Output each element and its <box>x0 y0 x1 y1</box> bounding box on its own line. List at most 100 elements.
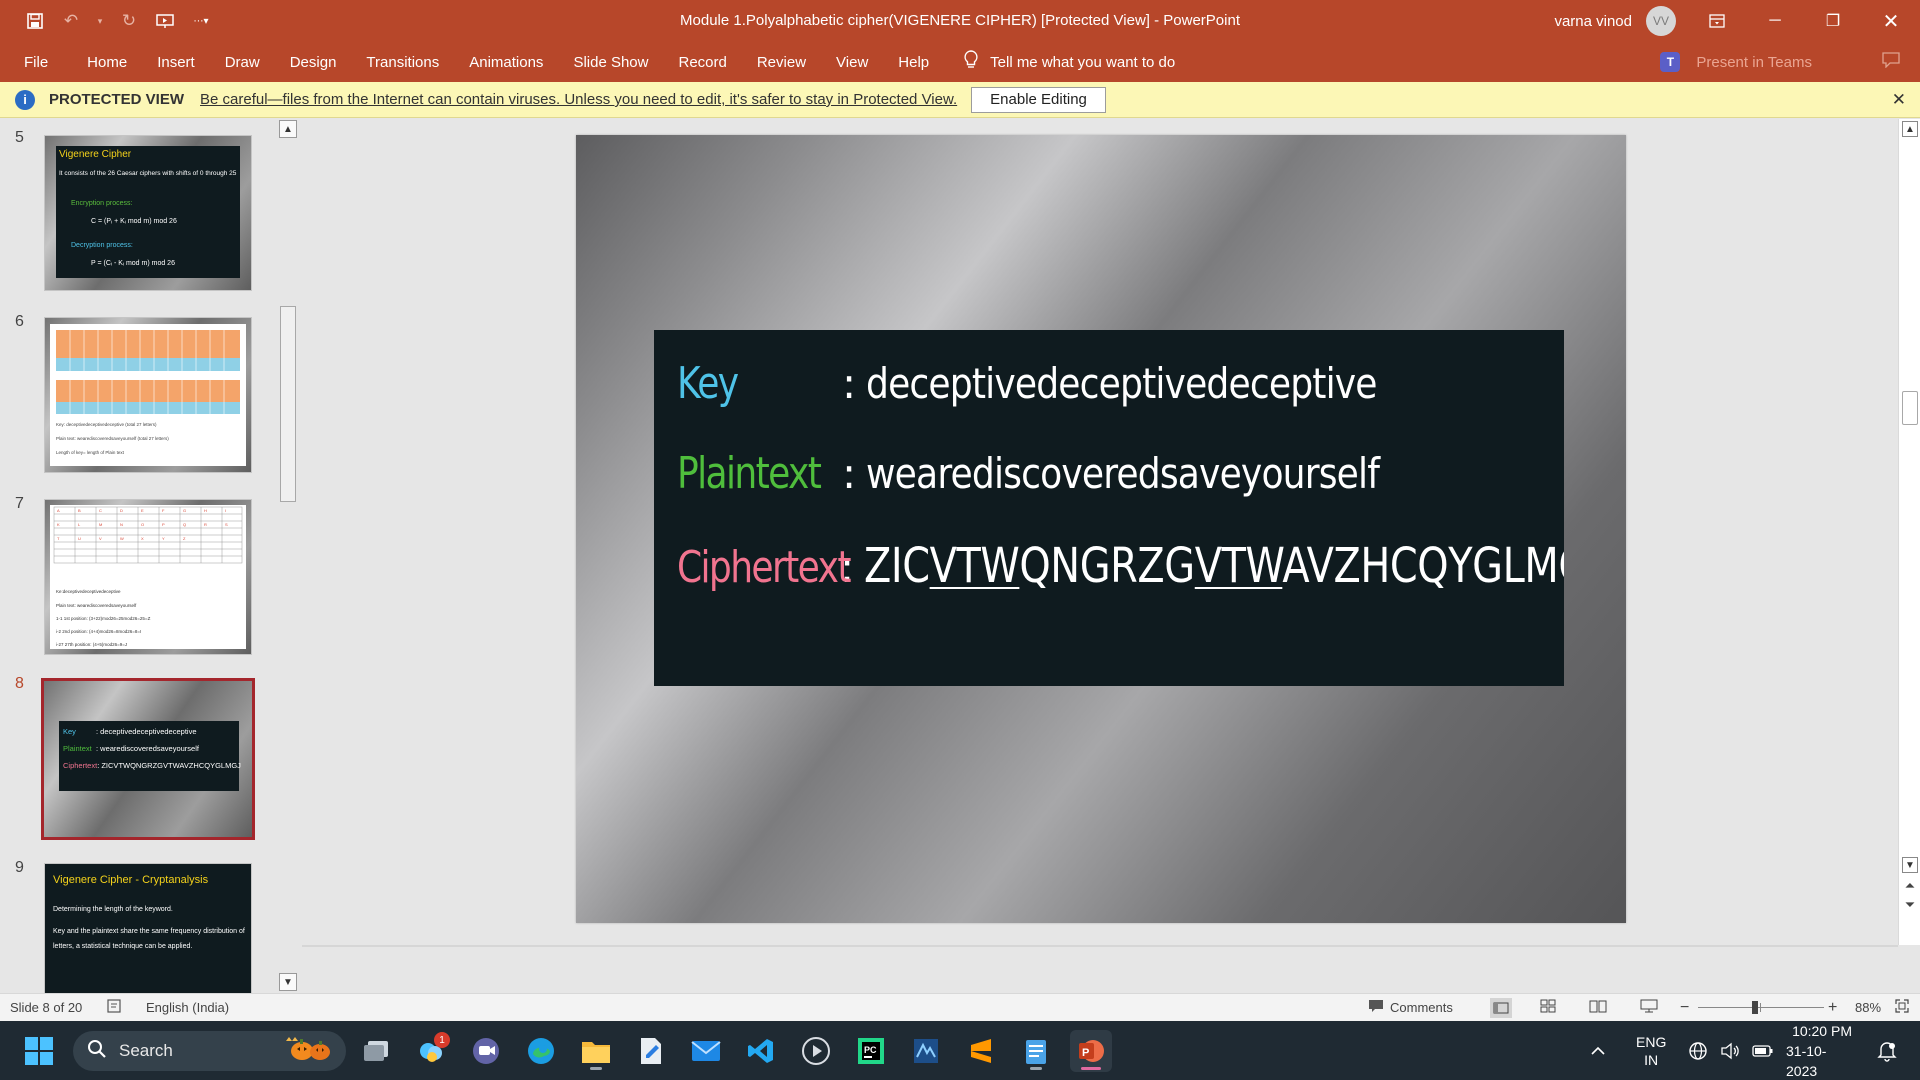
ribbon-display-options-icon[interactable] <box>1688 0 1746 42</box>
thumb-bullet: It consists of the 26 Caesar ciphers wit… <box>59 170 237 177</box>
task-view-icon[interactable] <box>355 1030 397 1072</box>
tab-file[interactable]: File <box>0 54 72 71</box>
comments-button[interactable]: Comments <box>1368 999 1453 1016</box>
slide-show-icon[interactable] <box>1640 999 1658 1016</box>
scroll-down-arrow-icon[interactable]: ▼ <box>1902 857 1918 873</box>
tab-home[interactable]: Home <box>72 54 142 71</box>
close-icon[interactable]: ✕ <box>1892 90 1906 110</box>
zoom-out-icon[interactable]: − <box>1680 999 1689 1017</box>
next-slide-icon[interactable]: ⏷ <box>1902 896 1918 914</box>
undo-dropdown-icon[interactable]: ▾ <box>96 10 104 32</box>
document-app-icon[interactable] <box>630 1030 672 1072</box>
enable-editing-button[interactable]: Enable Editing <box>971 86 1106 113</box>
taskbar-search[interactable]: Search <box>73 1031 346 1071</box>
cipher-part: ZIC <box>864 538 930 594</box>
media-player-icon[interactable] <box>795 1030 837 1072</box>
zoom-in-icon[interactable]: + <box>1828 999 1837 1017</box>
system-tray-icons[interactable] <box>1688 1021 1774 1080</box>
scrollbar-thumb[interactable] <box>1902 391 1918 425</box>
svg-text:T: T <box>57 536 60 541</box>
network-app-icon[interactable] <box>905 1030 947 1072</box>
vscode-icon[interactable] <box>740 1030 782 1072</box>
powerpoint-taskbar-icon[interactable]: P <box>1070 1030 1112 1072</box>
slide-thumbnail-9[interactable]: Vigenere Cipher - Cryptanalysis Determin… <box>44 863 252 993</box>
svg-text:D: D <box>120 508 123 513</box>
comment-icon <box>1368 999 1384 1016</box>
redo-icon[interactable]: ↻ <box>118 10 140 32</box>
minimize-icon[interactable]: ─ <box>1746 0 1804 42</box>
speaker-icon <box>1721 1042 1739 1059</box>
widgets-icon[interactable]: 1 <box>410 1030 452 1072</box>
notification-center-icon[interactable] <box>1877 1021 1897 1080</box>
slide-number: 8 <box>15 675 24 692</box>
scroll-up-arrow-icon[interactable]: ▲ <box>279 120 297 138</box>
clock[interactable]: 10:20 PM 31-10-2023 <box>1786 1021 1852 1080</box>
pycharm-icon[interactable]: PC <box>850 1030 892 1072</box>
scroll-down-arrow-icon[interactable]: ▼ <box>279 973 297 991</box>
thumb-key-line: Key: deceptivedeceptivedeceptive (total … <box>56 422 157 427</box>
comments-icon[interactable] <box>1882 51 1900 73</box>
current-slide[interactable]: Key : deceptivedeceptivedeceptive Plaint… <box>576 135 1626 923</box>
zoom-slider-knob[interactable] <box>1752 1001 1758 1014</box>
ciphertext-row: Ciphertext : ZICVTWQNGRZGVTWAVZHCQYGLMGJ <box>677 538 1564 594</box>
scroll-up-arrow-icon[interactable]: ▲ <box>1902 121 1918 137</box>
thumb-key-label: Key <box>63 727 76 736</box>
start-button[interactable] <box>18 1030 60 1072</box>
show-hidden-icons[interactable] <box>1590 1021 1606 1080</box>
undo-icon[interactable]: ↶ <box>60 10 82 32</box>
svg-text:X: X <box>141 536 144 541</box>
scrollbar-thumb[interactable] <box>280 306 296 502</box>
normal-view-icon[interactable] <box>1490 998 1512 1018</box>
slide-thumbnail-5[interactable]: Vigenere Cipher It consists of the 26 Ca… <box>44 135 252 291</box>
thumbnail-scrollbar[interactable]: ▲ ▼ <box>279 119 297 993</box>
spelling-check-icon[interactable] <box>107 999 123 1016</box>
tab-help[interactable]: Help <box>883 54 944 71</box>
fit-slide-icon[interactable] <box>1895 999 1909 1016</box>
start-from-beginning-icon[interactable] <box>154 10 176 32</box>
input-language[interactable]: ENG IN <box>1636 1021 1666 1080</box>
save-icon[interactable] <box>24 10 46 32</box>
tab-insert[interactable]: Insert <box>142 54 210 71</box>
svg-text:E: E <box>141 508 144 513</box>
mail-icon[interactable] <box>685 1030 727 1072</box>
tab-record[interactable]: Record <box>663 54 741 71</box>
avatar[interactable]: VV <box>1646 6 1676 36</box>
close-icon[interactable]: ✕ <box>1862 0 1920 42</box>
protected-view-message[interactable]: Be careful—files from the Internet can c… <box>200 91 957 108</box>
tab-design[interactable]: Design <box>275 54 352 71</box>
zoom-slider[interactable] <box>1698 1001 1824 1014</box>
reading-view-icon[interactable] <box>1589 999 1607 1016</box>
search-label: Search <box>119 1041 173 1060</box>
sublime-text-icon[interactable] <box>960 1030 1002 1072</box>
thumb-plain-value: : wearediscoveredsaveyourself <box>96 744 199 753</box>
tab-transitions[interactable]: Transitions <box>351 54 454 71</box>
previous-slide-icon[interactable]: ⏶ <box>1902 877 1918 895</box>
restore-icon[interactable]: ❐ <box>1804 0 1862 42</box>
tab-draw[interactable]: Draw <box>210 54 275 71</box>
slide-sorter-icon[interactable] <box>1540 999 1556 1016</box>
svg-text:S: S <box>225 522 228 527</box>
file-explorer-icon[interactable] <box>575 1030 617 1072</box>
edge-icon[interactable] <box>520 1030 562 1072</box>
zoom-level[interactable]: 88% <box>1855 1000 1881 1015</box>
slide-thumbnail-7[interactable]: A B C D E F G H I K L M N O P Q R S T U V W X Y Z Ke:deceptive… <box>44 499 252 655</box>
user-account[interactable]: varna vinod VV <box>1554 0 1676 42</box>
protected-view-label: PROTECTED VIEW <box>49 91 185 108</box>
notepad-icon[interactable] <box>1015 1030 1057 1072</box>
language-indicator[interactable]: English (India) <box>146 1000 229 1015</box>
slide-thumbnail-6[interactable]: Key: deceptivedeceptivedeceptive (total … <box>44 317 252 473</box>
tab-slide-show[interactable]: Slide Show <box>558 54 663 71</box>
editor-vertical-scrollbar[interactable]: ▲ ▼ ⏶ ⏷ <box>1898 119 1920 945</box>
tell-me-search[interactable]: Tell me what you want to do <box>964 49 1175 75</box>
slide-thumbnail-8[interactable]: Key: deceptivedeceptivedeceptive Plainte… <box>41 678 255 840</box>
present-in-teams-button[interactable]: T Present in Teams <box>1660 52 1812 72</box>
tab-review[interactable]: Review <box>742 54 821 71</box>
table-graphic <box>56 330 240 414</box>
tab-view[interactable]: View <box>821 54 883 71</box>
colon: : <box>842 449 857 498</box>
tab-animations[interactable]: Animations <box>454 54 558 71</box>
teams-chat-icon[interactable] <box>465 1030 507 1072</box>
customize-qat-icon[interactable]: ⋯▾ <box>190 10 212 32</box>
svg-text:A: A <box>57 508 60 513</box>
cipher-image[interactable]: Key : deceptivedeceptivedeceptive Plaint… <box>654 330 1564 686</box>
